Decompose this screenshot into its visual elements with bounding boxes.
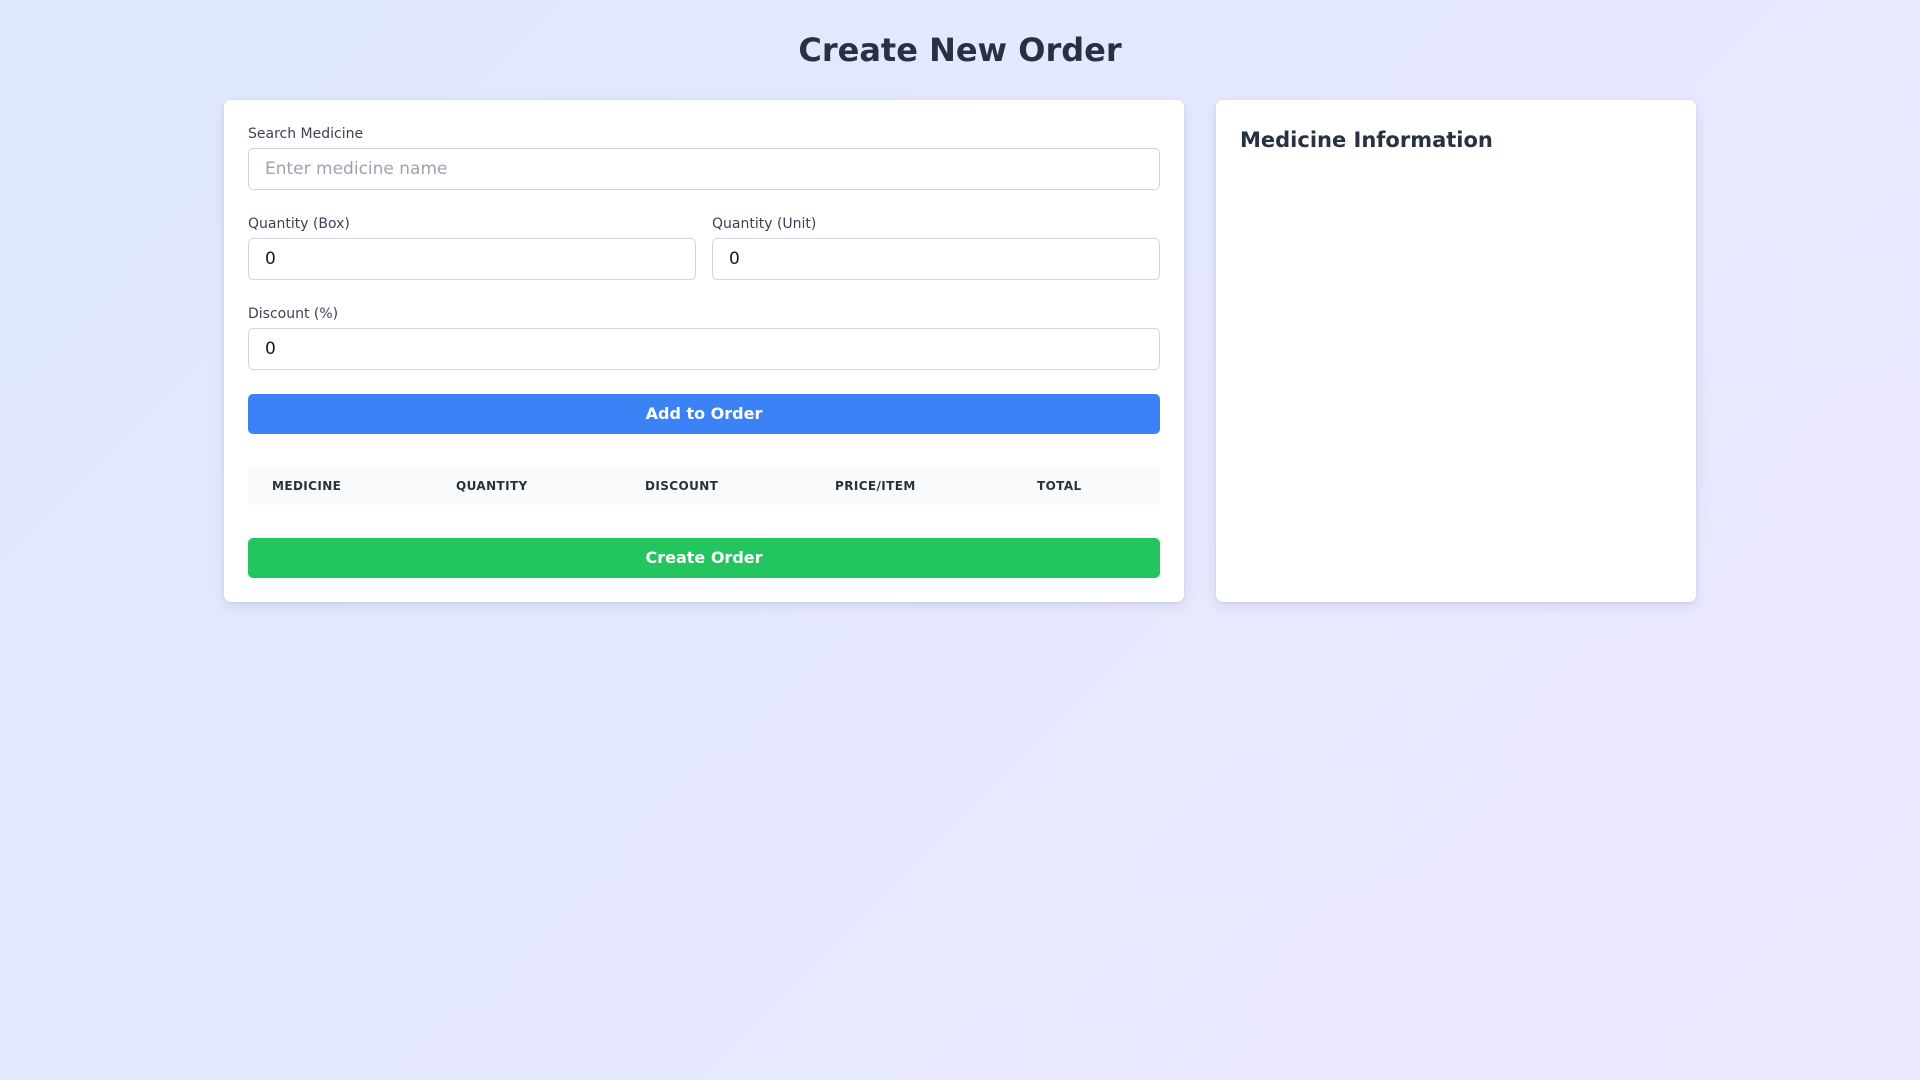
quantity-box-input[interactable] bbox=[248, 238, 696, 280]
column-header-total: TOTAL bbox=[1037, 479, 1082, 493]
add-to-order-button[interactable]: Add to Order bbox=[248, 394, 1160, 434]
medicine-information-title: Medicine Information bbox=[1240, 128, 1493, 152]
discount-input[interactable] bbox=[248, 328, 1160, 370]
quantity-box-label: Quantity (Box) bbox=[248, 216, 350, 232]
discount-label: Discount (%) bbox=[248, 306, 339, 322]
create-order-button[interactable]: Create Order bbox=[248, 538, 1160, 578]
order-form-card: Search Medicine Quantity (Box) Quantity … bbox=[224, 100, 1184, 602]
search-medicine-input[interactable] bbox=[248, 148, 1160, 190]
quantity-unit-label: Quantity (Unit) bbox=[712, 216, 817, 232]
order-items-table-header: MEDICINE QUANTITY DISCOUNT PRICE/ITEM TO… bbox=[248, 467, 1160, 505]
column-header-price-item: PRICE/ITEM bbox=[835, 479, 916, 493]
column-header-medicine: MEDICINE bbox=[272, 479, 342, 493]
page-title: Create New Order bbox=[798, 31, 1122, 69]
column-header-quantity: QUANTITY bbox=[456, 479, 528, 493]
medicine-information-panel: Medicine Information bbox=[1216, 100, 1696, 602]
search-medicine-label: Search Medicine bbox=[248, 126, 364, 142]
column-header-discount: DISCOUNT bbox=[645, 479, 719, 493]
quantity-unit-input[interactable] bbox=[712, 238, 1160, 280]
